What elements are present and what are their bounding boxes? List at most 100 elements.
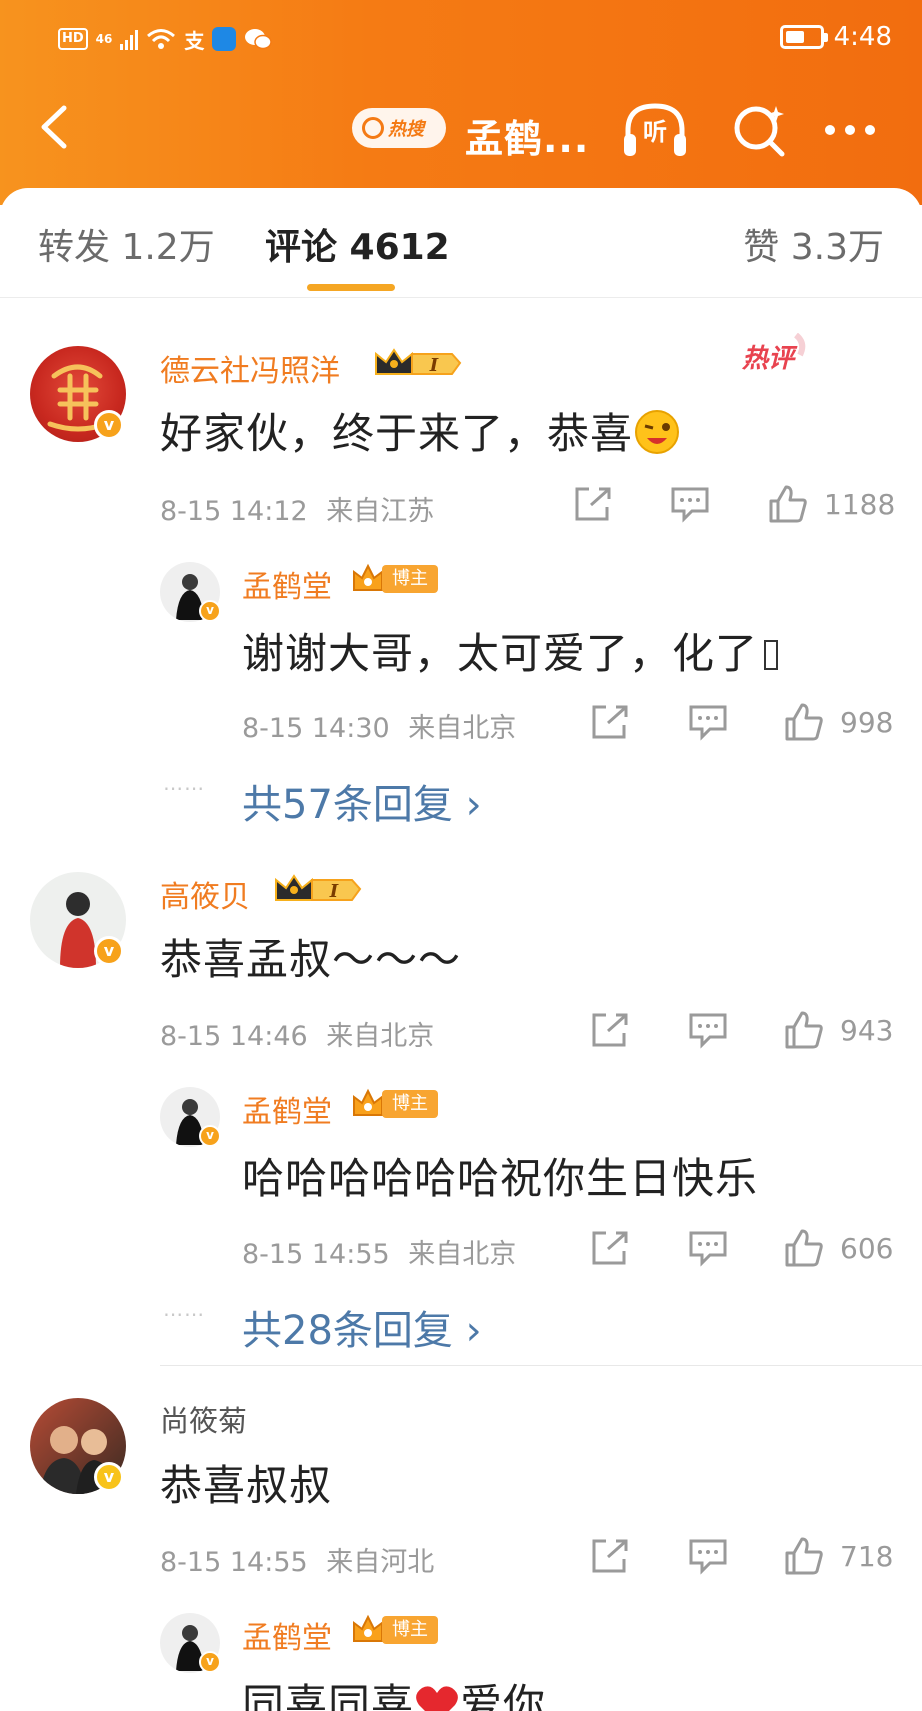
tab-likes[interactable]: 赞 3.3万 xyxy=(743,218,884,270)
hot-search-pill[interactable]: 热搜 xyxy=(352,108,446,148)
wechat-icon xyxy=(245,29,273,50)
comment-text: 恭喜叔叔 xyxy=(160,1461,333,1510)
reply-username[interactable]: 孟鹤堂 xyxy=(242,1087,332,1131)
like-icon[interactable] xyxy=(784,1537,824,1575)
search-small-icon xyxy=(362,117,384,139)
heart-icon xyxy=(416,1686,458,1711)
like-icon[interactable] xyxy=(784,1011,824,1049)
comment-icon[interactable] xyxy=(688,1011,728,1049)
status-bar: HD 46 支 4:48 xyxy=(0,0,922,78)
signal-icon xyxy=(120,28,139,50)
comment-icon[interactable] xyxy=(688,1229,728,1267)
like-icon[interactable] xyxy=(784,1229,824,1267)
status-left: HD 46 支 xyxy=(58,24,273,54)
reply-text-body: 谢谢大哥，太可爱了，化了 xyxy=(242,629,759,678)
author-tag: 博主 xyxy=(382,565,438,593)
comment-icon[interactable] xyxy=(688,703,728,741)
reply-meta: 8-15 14:55 来自北京 xyxy=(242,1232,516,1271)
tab-comments[interactable]: 评论 4612 xyxy=(265,218,450,270)
comment-meta: 8-15 14:12 来自江苏 xyxy=(160,489,434,528)
listen-label: 听 xyxy=(643,118,667,146)
comment-text: 好家伙，终于来了，恭喜 xyxy=(160,400,683,461)
username[interactable]: 高筱贝 xyxy=(160,872,250,916)
author-tag: 博主 xyxy=(382,1616,438,1644)
author-crown-icon xyxy=(353,563,383,591)
more-icon[interactable] xyxy=(820,110,880,150)
comment-time: 8-15 14:46 xyxy=(160,1021,308,1052)
page-title[interactable]: 孟鹤... xyxy=(465,108,589,163)
reply-time: 8-15 14:55 xyxy=(242,1239,390,1270)
reply-text-part-b: 爱你 xyxy=(460,1680,547,1711)
wink-emoji-icon xyxy=(635,410,680,454)
wifi-icon xyxy=(147,29,176,49)
reply-location: 来自北京 xyxy=(408,713,517,744)
tab-active-indicator xyxy=(307,284,395,291)
headphones-icon[interactable]: 听 xyxy=(620,98,690,162)
comment-icon[interactable] xyxy=(670,485,710,523)
like-icon[interactable] xyxy=(768,485,808,523)
author-badge: 博主 xyxy=(350,1087,438,1121)
reply-text: 同喜同喜 爱你 xyxy=(242,1671,546,1711)
author-crown-icon xyxy=(353,1088,383,1116)
tab-repost[interactable]: 转发 1.2万 xyxy=(38,218,215,270)
like-count: 943 xyxy=(840,1014,894,1047)
unknown-glyph-icon xyxy=(764,640,779,670)
share-icon[interactable] xyxy=(573,485,613,523)
hd-badge: HD xyxy=(58,28,88,50)
verified-badge: v xyxy=(94,1462,124,1492)
more-replies-link[interactable]: 共28条回复 › xyxy=(242,1298,482,1356)
share-icon[interactable] xyxy=(590,703,630,741)
search-icon[interactable] xyxy=(730,100,790,160)
like-icon[interactable] xyxy=(784,703,824,741)
nav-bar: 热搜 孟鹤... 听 xyxy=(0,90,922,170)
reply-meta: 8-15 14:30 来自北京 xyxy=(242,706,516,745)
share-icon[interactable] xyxy=(590,1011,630,1049)
reply-time: 8-15 14:30 xyxy=(242,713,390,744)
author-badge: 博主 xyxy=(350,562,438,596)
crown-level: I xyxy=(329,881,339,902)
back-icon[interactable] xyxy=(30,102,80,152)
verified-badge: v xyxy=(94,936,124,966)
app-notification-icon xyxy=(212,27,237,51)
comment-location: 来自北京 xyxy=(326,1021,435,1052)
verified-badge: v xyxy=(199,1125,221,1147)
username[interactable]: 尚筱菊 xyxy=(160,1398,247,1440)
top-header: HD 46 支 4:48 热搜 孟鹤... 听 xyxy=(0,0,922,205)
share-icon[interactable] xyxy=(590,1537,630,1575)
username[interactable]: 德云社冯照洋 xyxy=(160,346,340,390)
battery-icon xyxy=(779,25,828,49)
comment-location: 来自江苏 xyxy=(326,496,435,527)
comment-text: 恭喜孟叔～～～ xyxy=(160,935,462,984)
tab-bar: 转发 1.2万 评论 4612 赞 3.3万 xyxy=(0,188,922,298)
reply-username[interactable]: 孟鹤堂 xyxy=(242,562,332,606)
reply-username[interactable]: 孟鹤堂 xyxy=(242,1613,332,1657)
hot-comment-label: 热评 xyxy=(741,344,798,374)
author-badge: 博主 xyxy=(350,1613,438,1647)
crown-level: I xyxy=(429,355,439,376)
reply-text-part-a: 同喜同喜 xyxy=(242,1680,415,1711)
hot-comment-badge: 热评 xyxy=(741,333,806,374)
crown-level-icon: I xyxy=(375,348,462,376)
verified-badge: v xyxy=(199,1651,221,1673)
more-replies-link[interactable]: 共57条回复 › xyxy=(242,772,482,830)
verified-badge: v xyxy=(94,410,124,440)
author-tag: 博主 xyxy=(382,1090,438,1118)
reply-text: 谢谢大哥，太可爱了，化了 xyxy=(242,620,779,681)
like-count: 1188 xyxy=(824,488,896,521)
like-count: 998 xyxy=(840,706,894,739)
reply-thread-dots: ⋯⋯ xyxy=(163,776,205,800)
divider xyxy=(160,1365,922,1366)
comment-icon[interactable] xyxy=(688,1537,728,1575)
verified-badge: v xyxy=(199,600,221,622)
reply-text: 哈哈哈哈哈哈祝你生日快乐 xyxy=(242,1154,759,1203)
comment-meta: 8-15 14:46 来自北京 xyxy=(160,1014,434,1053)
share-icon[interactable] xyxy=(590,1229,630,1267)
clock: 4:48 xyxy=(833,22,892,52)
hot-search-label: 热搜 xyxy=(388,119,424,140)
alipay-icon: 支 xyxy=(184,28,205,53)
comment-time: 8-15 14:12 xyxy=(160,496,308,527)
status-right: 4:48 xyxy=(779,22,892,52)
comment-text-body: 好家伙，终于来了，恭喜 xyxy=(160,409,634,458)
reply-location: 来自北京 xyxy=(408,1239,517,1270)
reply-thread-dots: ⋯⋯ xyxy=(163,1302,205,1326)
